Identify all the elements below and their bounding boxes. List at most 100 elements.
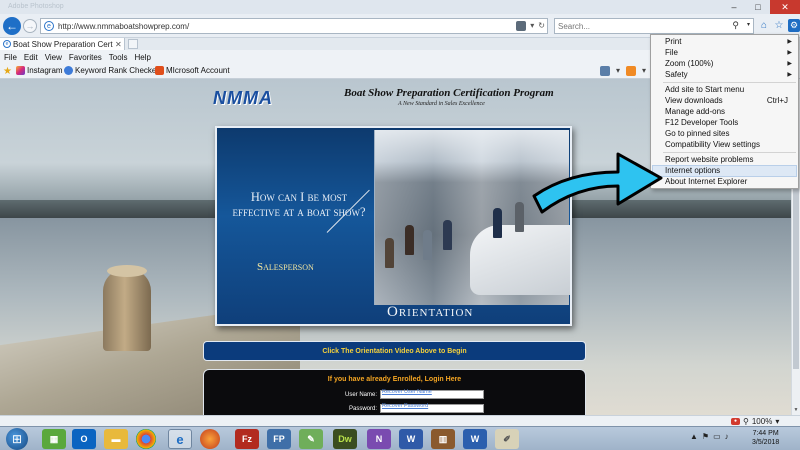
ie-page-icon: e [44,21,54,31]
scroll-down-arrow-icon[interactable]: ▼ [792,407,800,415]
taskbar-dreamweaver-icon[interactable]: Dw [333,429,357,449]
menu-item-f12-tools[interactable]: F12 Developer Tools [665,118,738,127]
nmma-logo[interactable]: NMMA [213,88,273,109]
zoom-dropdown-icon[interactable]: ▾ [775,417,779,426]
new-tab-button[interactable] [128,39,138,49]
search-input[interactable] [555,19,723,33]
window-titlebar: Adobe Photoshop – □ ✕ [0,0,800,14]
taskbar-notepad-icon[interactable]: ✐ [495,429,519,449]
taskbar-word-icon[interactable]: W [399,429,423,449]
forward-button[interactable]: → [23,19,37,33]
rss-dropdown-icon[interactable]: ▾ [642,66,646,76]
taskbar-games-icon[interactable]: ▦ [42,429,66,449]
favorites-add-star-icon[interactable]: ★ [3,66,12,77]
favorite-microsoft[interactable]: MIcrosoft Account [155,66,230,75]
taskbar-file-explorer-icon[interactable]: ▬ [104,429,128,449]
menu-item-pinned-sites[interactable]: Go to pinned sites [665,129,729,138]
search-dropdown-icon[interactable]: ▾ [747,21,750,28]
taskbar-outlook-icon[interactable]: O [72,429,96,449]
taskbar-firefox-icon[interactable] [200,429,220,449]
menu-view[interactable]: View [45,53,62,62]
clock-time: 7:44 PM [752,430,779,437]
start-button[interactable]: ⊞ [6,428,28,450]
home-dropdown-icon[interactable]: ▾ [616,66,620,76]
username-row: User Name: Recover User Name [322,389,484,399]
video-salesperson-label: Salesperson [257,261,314,273]
orientation-video[interactable]: How can I be most effective at a boat sh… [215,126,572,326]
gear-icon[interactable]: ⚙ [788,19,800,32]
menu-separator [663,152,796,153]
tab-boat-show[interactable]: e Boat Show Preparation Certif... ✕ [0,38,125,50]
taskbar-library-icon[interactable]: ▥ [431,429,455,449]
close-button[interactable]: ✕ [770,0,800,14]
system-tray: ▲ ⚑ ▭ ♪ [690,432,729,441]
minimize-button[interactable]: – [722,0,746,14]
favorite-keyword-label: Keyword Rank Checker [75,66,160,75]
rss-feed-icon[interactable] [626,66,637,76]
password-row: Password: Recover Password [322,403,484,413]
background-dock-post-top [107,265,147,277]
taskbar-onenote-icon[interactable]: N [367,429,391,449]
taskbar-ftp-icon[interactable]: FP [267,429,291,449]
username-label: User Name: [344,391,377,398]
taskbar-filezilla-icon[interactable]: Fz [235,429,259,449]
menu-item-safety[interactable]: Safety [665,70,688,79]
submenu-arrow-icon: ▶ [787,50,792,56]
password-label: Password: [348,405,377,412]
menu-item-file[interactable]: File [665,48,678,57]
annotation-arrow-icon [532,152,663,214]
menu-item-manage-addons[interactable]: Manage add-ons [665,107,725,116]
menu-help[interactable]: Help [134,53,150,62]
recover-password-link[interactable]: Recover Password [382,403,428,409]
menu-item-compat-view[interactable]: Compatibility View settings [665,140,760,149]
refresh-icon[interactable]: ↻ [538,21,545,31]
cta-label: Click The Orientation Video Above to Beg… [322,347,467,355]
orientation-cta-button[interactable]: Click The Orientation Video Above to Beg… [203,341,586,361]
menu-item-print[interactable]: Print [665,37,681,46]
menu-item-internet-options[interactable]: Internet options [665,166,720,175]
tray-flag-icon[interactable]: ⚑ [702,432,709,441]
menu-item-view-downloads[interactable]: View downloads [665,96,723,105]
taskbar-internet-explorer-icon[interactable]: e [168,429,192,449]
menu-item-about-ie[interactable]: About Internet Explorer [665,177,747,186]
search-icon[interactable]: ⚲ [732,20,739,31]
compat-view-icon[interactable] [516,21,527,31]
favorite-keyword-rank[interactable]: Keyword Rank Checker [64,66,159,75]
tab-close-icon[interactable]: ✕ [115,40,122,49]
url-field[interactable]: e http://www.nmmaboatshowprep.com/ ▾ ↻ [40,18,548,34]
program-tagline: A New Standard in Sales Excellence [398,101,485,107]
menu-item-add-site[interactable]: Add site to Start menu [665,85,744,94]
favorite-instagram[interactable]: Instagram [16,66,63,75]
search-box[interactable]: ⚲ ▾ [554,18,754,34]
favorites-star-icon[interactable]: ☆ [773,19,785,32]
tray-volume-icon[interactable]: ♪ [725,432,729,441]
maximize-button[interactable]: □ [746,0,770,14]
office-icon [155,66,164,75]
submenu-arrow-icon: ▶ [787,39,792,45]
taskbar-word-doc-icon[interactable]: W [463,429,487,449]
menu-favorites[interactable]: Favorites [69,53,102,62]
submenu-arrow-icon: ▶ [787,61,792,67]
taskbar-clock[interactable]: 7:44 PM 3/5/2018 [752,429,779,447]
photo-person [385,238,394,268]
background-dock-post [103,269,151,351]
instagram-icon [16,66,25,75]
tray-arrow-icon[interactable]: ▲ [690,432,698,441]
url-dropdown-icon[interactable]: ▾ [530,21,534,31]
taskbar-maps-icon[interactable]: ✎ [299,429,323,449]
zoom-control[interactable]: ● ⚲ 100% ▾ [731,417,779,426]
menu-item-report-problems[interactable]: Report website problems [665,155,753,164]
recover-username-link[interactable]: Recover User Name [382,389,432,395]
back-button[interactable]: ← [3,17,21,35]
home-command-icon[interactable] [600,66,610,76]
downloads-shortcut: Ctrl+J [766,96,788,105]
windows-taskbar: ⊞ ▦ O ▬ e Fz FP ✎ Dw N W ▥ W ✐ ▲ ⚑ ▭ ♪ 7… [0,426,800,450]
menu-item-zoom[interactable]: Zoom (100%) [665,59,713,68]
video-question-text: How can I be most effective at a boat sh… [232,190,366,219]
taskbar-chrome-icon[interactable] [136,429,156,449]
home-icon[interactable]: ⌂ [758,19,770,32]
menu-edit[interactable]: Edit [24,53,38,62]
menu-file[interactable]: File [4,53,17,62]
tray-monitor-icon[interactable]: ▭ [713,432,721,441]
menu-tools[interactable]: Tools [109,53,128,62]
